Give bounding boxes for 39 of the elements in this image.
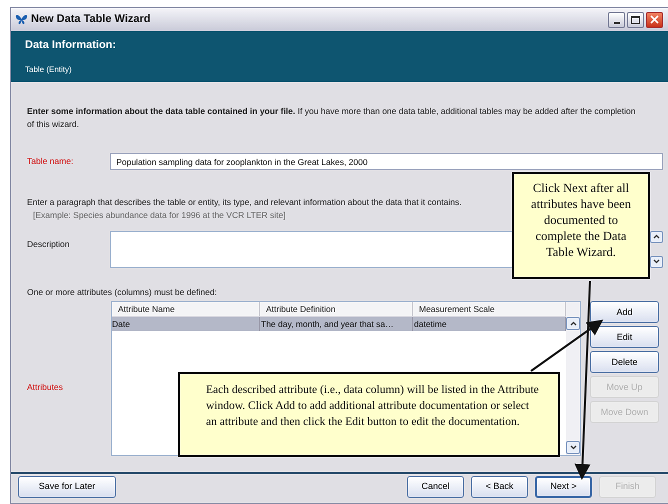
close-icon [650, 15, 659, 24]
chevron-up-icon [570, 321, 576, 326]
header-title: Data Information: [25, 38, 116, 53]
side-button[interactable]: Add [590, 301, 659, 324]
footer-button[interactable]: Cancel [407, 476, 464, 498]
callout-tooltip: Each described attribute (i.e., data column) will be listed in the Attribute window. Click Add to add additional attribute documentation or select an attribute and then click the Edit button to edit the documentation. [178, 372, 560, 457]
column-header[interactable]: Attribute Name [112, 302, 260, 316]
column-header[interactable]: Attribute Definition [260, 302, 413, 316]
footer-button[interactable]: Next > [535, 476, 592, 498]
attributes-prompt: One or more attributes (columns) must be defined: [27, 286, 217, 298]
side-button[interactable]: Edit [590, 326, 659, 348]
scrollbar[interactable] [566, 302, 580, 456]
scroll-up-button[interactable] [566, 317, 580, 330]
table-cell: The day, month, and year that sa… [260, 317, 413, 332]
field-label: Attributes [27, 381, 64, 394]
butterfly-icon [15, 14, 28, 25]
minimize-button[interactable] [608, 12, 625, 28]
table-cell: Date [112, 317, 260, 332]
scroll-up-button[interactable] [650, 230, 663, 242]
window-title: New Data Table Wizard [31, 12, 151, 28]
close-button[interactable] [646, 12, 663, 28]
chevron-up-icon [653, 234, 660, 239]
chevron-down-icon [570, 445, 576, 450]
save-button[interactable]: Save for Later [18, 476, 116, 498]
field-label: Table name: [27, 155, 74, 168]
header-subtitle: Table (Entity) [25, 64, 72, 76]
maximize-button[interactable] [627, 12, 644, 28]
table-name-field[interactable]: Population sampling data for zooplankton in the Great Lakes, 2000 [110, 153, 663, 170]
footer-button[interactable]: < Back [471, 476, 528, 498]
intro-paragraph: Enter some information about the data table contained in your file. If you have more than one data table, additional tables may be added after the completion of this wizard. [27, 105, 636, 131]
description-example: [Example: Species abundance data for 1996 at the VCR LTER site] [33, 208, 286, 222]
table-row[interactable]: Date The day, month, and year that sa… datetime [112, 317, 566, 332]
callout-tooltip: Click Next after all attributes have been documented to complete the Data Table Wizard. [512, 172, 650, 279]
field-label: Description [27, 238, 71, 250]
scroll-down-button[interactable] [566, 441, 580, 454]
chevron-down-icon [653, 259, 660, 264]
description-prompt: Enter a paragraph that describes the table or entity, its type, and relevant information about the data that it contains. [27, 196, 462, 209]
scroll-down-button[interactable] [650, 256, 663, 268]
side-button[interactable]: Delete [590, 351, 659, 374]
